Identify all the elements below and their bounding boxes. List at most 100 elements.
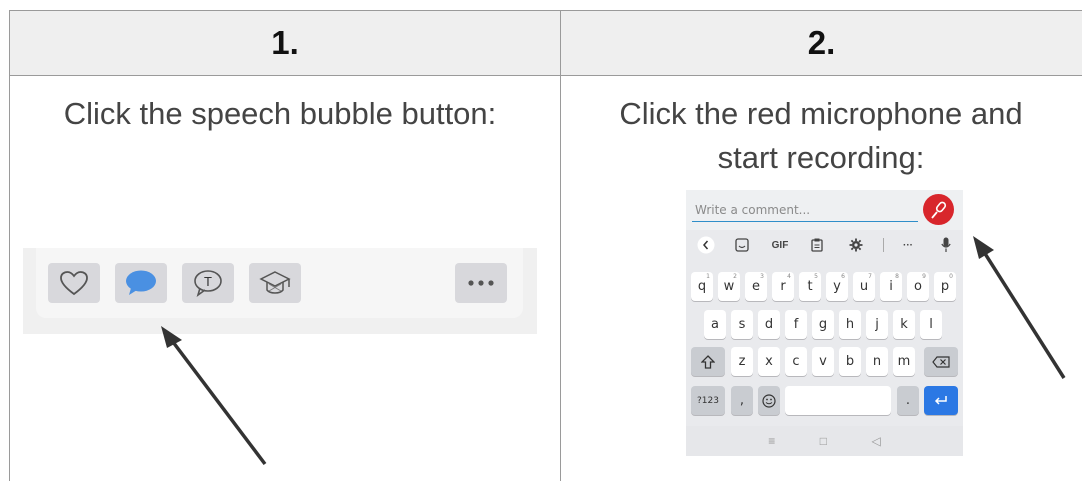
key-i[interactable]: i8 (880, 272, 902, 301)
microphone-icon (930, 201, 946, 219)
more-options-key[interactable]: ··· (896, 230, 920, 260)
key-label: v (819, 354, 827, 369)
key-label: s (738, 317, 746, 332)
recents-nav-icon[interactable]: ≡ (768, 434, 775, 448)
key-label: b (845, 354, 855, 369)
more-icon (468, 280, 494, 286)
key-label: i (889, 279, 893, 294)
red-microphone-button[interactable] (923, 194, 954, 225)
more-button[interactable] (455, 263, 507, 303)
system-nav-bar: ≡ □ ◁ (686, 426, 963, 456)
translate-button[interactable]: T (182, 263, 234, 303)
key-o[interactable]: o9 (907, 272, 929, 301)
key-label: h (845, 317, 855, 332)
key-e[interactable]: e3 (745, 272, 767, 301)
key-q[interactable]: q1 (691, 272, 713, 301)
key-u[interactable]: u7 (853, 272, 875, 301)
key-hint: 5 (814, 273, 818, 280)
key-label: u (859, 279, 869, 294)
step-number: 1. (271, 24, 299, 61)
key-label: q (697, 279, 707, 294)
translate-glyph: T (204, 274, 212, 289)
key-label: f (793, 317, 799, 332)
key-label: z (738, 354, 746, 369)
back-key[interactable] (696, 230, 716, 260)
key-p[interactable]: p0 (934, 272, 956, 301)
sticker-key[interactable] (732, 230, 752, 260)
key-label: t (807, 279, 813, 294)
key-c[interactable]: c (785, 347, 807, 376)
backspace-key[interactable] (924, 347, 958, 376)
settings-key[interactable] (846, 230, 866, 260)
home-nav-icon[interactable]: □ (820, 434, 827, 448)
key-label: . (905, 393, 911, 408)
emoji-key[interactable] (758, 386, 780, 415)
symbols-key[interactable]: ?123 (691, 386, 725, 415)
graduation-cap-icon (259, 271, 291, 294)
clipboard-key[interactable] (807, 230, 827, 260)
key-label: w (723, 279, 735, 294)
key-label: n (872, 354, 882, 369)
keyboard-toolbar: GIF ··· (686, 230, 963, 260)
instruction-line-2: start recording: (717, 140, 925, 175)
clipboard-icon (811, 238, 823, 252)
key-v[interactable]: v (812, 347, 834, 376)
comma-key[interactable]: , (731, 386, 753, 415)
comment-bar: Write a comment... (686, 190, 963, 230)
key-l[interactable]: l (920, 310, 942, 339)
gif-key[interactable]: GIF (766, 230, 794, 260)
key-x[interactable]: x (758, 347, 780, 376)
heart-icon (60, 271, 88, 296)
key-r[interactable]: r4 (772, 272, 794, 301)
key-label: p (940, 279, 950, 294)
comment-button[interactable] (115, 263, 167, 303)
key-hint: 4 (787, 273, 791, 280)
key-z[interactable]: z (731, 347, 753, 376)
key-label: j (875, 317, 879, 332)
learn-button[interactable] (249, 263, 301, 303)
key-label: ?123 (697, 395, 719, 406)
key-label: l (929, 317, 933, 332)
key-hint: 8 (895, 273, 899, 280)
key-f[interactable]: f (785, 310, 807, 339)
chevron-left-icon (697, 236, 715, 254)
step-header-2: 2. (560, 11, 1082, 76)
key-label: m (897, 354, 911, 369)
post-action-bar: T (23, 248, 537, 334)
key-b[interactable]: b (839, 347, 861, 376)
space-key[interactable] (785, 386, 891, 415)
action-bar-panel: T (36, 248, 523, 318)
key-k[interactable]: k (893, 310, 915, 339)
key-label: e (752, 279, 760, 294)
key-label: y (833, 279, 841, 294)
key-hint: 1 (706, 273, 710, 280)
key-hint: 9 (922, 273, 926, 280)
period-key[interactable]: . (897, 386, 919, 415)
back-nav-icon[interactable]: ◁ (872, 434, 881, 448)
translate-bubble-icon: T (194, 270, 222, 297)
arrow-to-microphone (973, 236, 1066, 379)
key-a[interactable]: a (704, 310, 726, 339)
key-d[interactable]: d (758, 310, 780, 339)
key-t[interactable]: t5 (799, 272, 821, 301)
voice-key[interactable] (936, 230, 956, 260)
key-y[interactable]: y6 (826, 272, 848, 301)
key-h[interactable]: h (839, 310, 861, 339)
key-g[interactable]: g (812, 310, 834, 339)
key-hint: 2 (733, 273, 737, 280)
comment-input[interactable]: Write a comment... (692, 198, 918, 222)
shift-key[interactable] (691, 347, 725, 376)
key-label: d (764, 317, 774, 332)
enter-icon (934, 395, 947, 405)
key-hint: 7 (868, 273, 872, 280)
microphone-icon (941, 237, 951, 252)
key-w[interactable]: w2 (718, 272, 740, 301)
sticker-icon (735, 238, 749, 252)
enter-key[interactable] (924, 386, 958, 415)
shift-icon (701, 354, 715, 369)
key-n[interactable]: n (866, 347, 888, 376)
key-m[interactable]: m (893, 347, 915, 376)
key-s[interactable]: s (731, 310, 753, 339)
key-j[interactable]: j (866, 310, 888, 339)
like-button[interactable] (48, 263, 100, 303)
